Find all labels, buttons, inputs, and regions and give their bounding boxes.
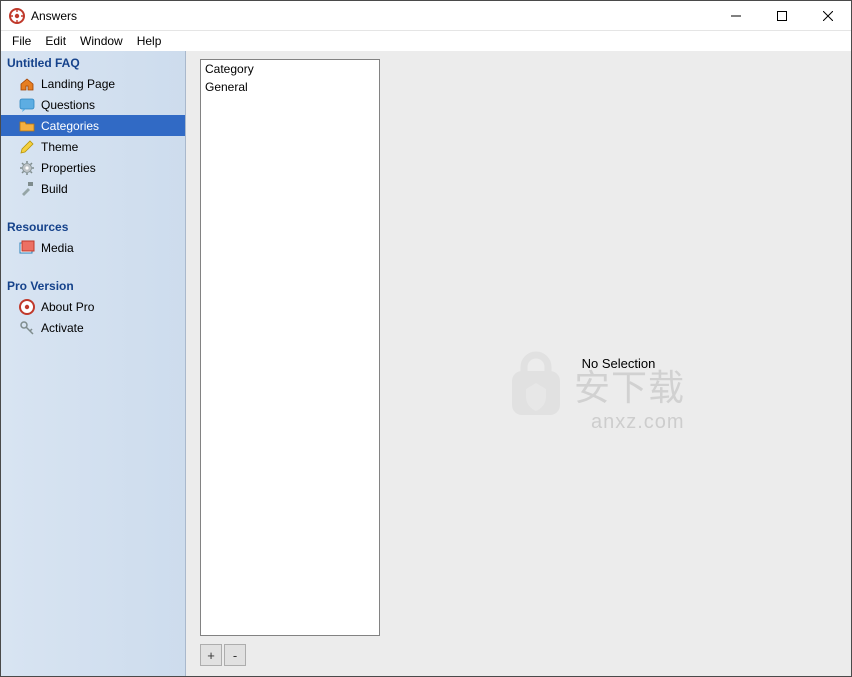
sidebar-item-label: Build	[41, 182, 68, 196]
app-icon	[9, 8, 25, 24]
title-bar: Answers	[1, 1, 851, 31]
no-selection-label: No Selection	[582, 356, 656, 371]
sidebar-item-label: Questions	[41, 98, 95, 112]
section-title-resources: Resources	[1, 217, 185, 237]
sidebar-item-media[interactable]: Media	[1, 237, 185, 258]
category-list-item[interactable]: General	[201, 78, 379, 96]
menu-file[interactable]: File	[5, 32, 38, 50]
sidebar-item-properties[interactable]: Properties	[1, 157, 185, 178]
sidebar-item-theme[interactable]: Theme	[1, 136, 185, 157]
close-button[interactable]	[805, 1, 851, 31]
gear-icon	[19, 160, 35, 176]
menu-bar: File Edit Window Help	[1, 31, 851, 51]
window-title: Answers	[31, 9, 77, 23]
sidebar-item-build[interactable]: Build	[1, 178, 185, 199]
home-icon	[19, 76, 35, 92]
hammer-icon	[19, 181, 35, 197]
question-icon	[19, 97, 35, 113]
section-title-faq: Untitled FAQ	[1, 53, 185, 73]
main-area: Untitled FAQ Landing Page Questions Cate…	[1, 51, 851, 676]
sidebar-item-label: Theme	[41, 140, 78, 154]
minimize-button[interactable]	[713, 1, 759, 31]
media-icon	[19, 240, 35, 256]
menu-edit[interactable]: Edit	[38, 32, 73, 50]
add-category-button[interactable]: +	[200, 644, 222, 666]
sidebar-item-activate[interactable]: Activate	[1, 317, 185, 338]
menu-help[interactable]: Help	[130, 32, 169, 50]
sidebar-item-label: Properties	[41, 161, 96, 175]
folder-icon	[19, 118, 35, 134]
category-list-header: Category	[201, 60, 379, 78]
menu-window[interactable]: Window	[73, 32, 130, 50]
app-window: Answers File Edit Window Help Untitled F…	[0, 0, 852, 677]
sidebar-item-label: Activate	[41, 321, 84, 335]
sidebar-item-questions[interactable]: Questions	[1, 94, 185, 115]
lifebuoy-icon	[19, 299, 35, 315]
sidebar-item-about-pro[interactable]: About Pro	[1, 296, 185, 317]
maximize-button[interactable]	[759, 1, 805, 31]
sidebar-item-label: Categories	[41, 119, 99, 133]
sidebar-item-categories[interactable]: Categories	[1, 115, 185, 136]
section-title-pro: Pro Version	[1, 276, 185, 296]
key-icon	[19, 320, 35, 336]
sidebar-item-label: About Pro	[41, 300, 94, 314]
sidebar-item-label: Media	[41, 241, 74, 255]
category-list-panel: Category General + -	[186, 51, 386, 676]
sidebar-item-label: Landing Page	[41, 77, 115, 91]
category-listbox[interactable]: Category General	[200, 59, 380, 636]
detail-panel: No Selection	[386, 51, 851, 676]
sidebar: Untitled FAQ Landing Page Questions Cate…	[1, 51, 186, 676]
sidebar-item-landing-page[interactable]: Landing Page	[1, 73, 185, 94]
remove-category-button[interactable]: -	[224, 644, 246, 666]
pencil-icon	[19, 139, 35, 155]
